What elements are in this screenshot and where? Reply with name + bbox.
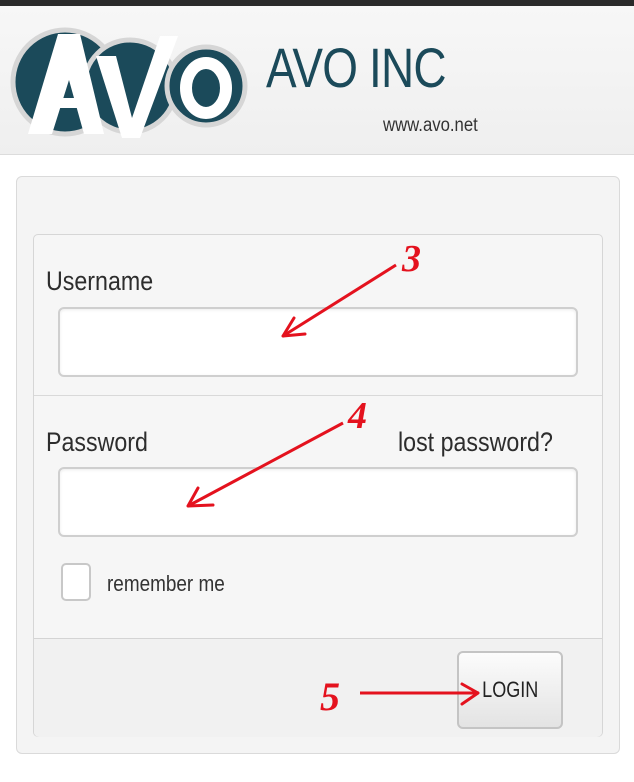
section-divider xyxy=(34,395,602,396)
password-label: Password xyxy=(46,427,148,457)
company-url: www.avo.net xyxy=(383,115,478,136)
login-button-label: LOGIN xyxy=(481,677,539,702)
header: AVO INC www.avo.net xyxy=(0,6,634,155)
username-label: Username xyxy=(46,266,154,296)
lost-password-link[interactable]: lost password? xyxy=(398,429,553,456)
username-input[interactable] xyxy=(58,307,578,377)
password-input[interactable] xyxy=(58,467,578,537)
avo-logo-icon xyxy=(10,27,248,138)
remember-me-checkbox[interactable] xyxy=(61,563,91,601)
login-button[interactable]: LOGIN xyxy=(457,651,563,729)
remember-me-label: remember me xyxy=(107,571,225,596)
company-name: AVO INC xyxy=(266,36,446,99)
